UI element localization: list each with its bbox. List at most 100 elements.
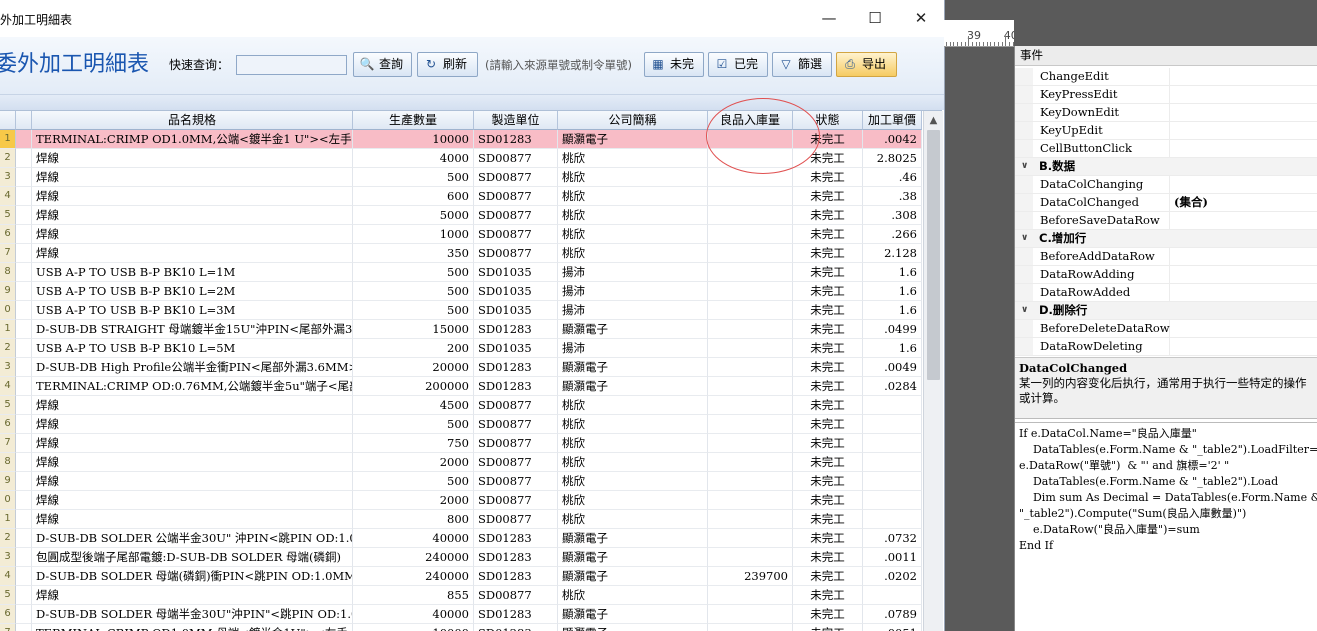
cell-company[interactable]: 顯灝電子 xyxy=(558,320,708,339)
cell-good-qty[interactable] xyxy=(708,282,793,301)
property-row[interactable]: DataColChanging xyxy=(1015,176,1317,194)
row-marker[interactable] xyxy=(16,149,32,168)
filter-button[interactable]: ▽ 篩選 xyxy=(772,52,832,77)
row-number[interactable]: 6 xyxy=(0,225,16,244)
data-grid[interactable]: 品名規格 生產數量 製造單位 公司簡稱 良品入庫量 狀態 加工單價 1 TERMINAL:CR… xyxy=(0,98,943,631)
cell-qty[interactable]: 240000 xyxy=(353,567,474,586)
cell-name[interactable]: USB A-P TO USB B-P BK10 L=5M xyxy=(32,339,353,358)
cell-company[interactable]: 顯灝電子 xyxy=(558,567,708,586)
cell-unit[interactable]: SD01283 xyxy=(474,377,558,396)
row-number[interactable]: 5 xyxy=(0,586,16,605)
cell-status[interactable]: 未完工 xyxy=(793,377,863,396)
property-row[interactable]: BeforeAddDataRow xyxy=(1015,248,1317,266)
cell-good-qty[interactable] xyxy=(708,225,793,244)
cell-qty[interactable]: 500 xyxy=(353,168,474,187)
table-row[interactable]: 1 D-SUB-DB STRAIGHT 母端鍍半金15U"沖PIN<尾部外漏3.4… xyxy=(0,320,922,339)
cell-company[interactable]: 桃欣 xyxy=(558,206,708,225)
cell-qty[interactable]: 500 xyxy=(353,301,474,320)
cell-good-qty[interactable] xyxy=(708,510,793,529)
column-header-good-qty[interactable]: 良品入庫量 xyxy=(708,111,793,130)
cell-company[interactable]: 顯灝電子 xyxy=(558,548,708,567)
column-header-price[interactable]: 加工單價 xyxy=(863,111,922,130)
cell-unit[interactable]: SD01283 xyxy=(474,358,558,377)
table-row[interactable]: 5 焊線 4500 SD00877 桃欣 未完工 xyxy=(0,396,922,415)
row-marker[interactable] xyxy=(16,320,32,339)
cell-good-qty[interactable] xyxy=(708,453,793,472)
cell-qty[interactable]: 500 xyxy=(353,282,474,301)
cell-unit[interactable]: SD00877 xyxy=(474,491,558,510)
row-number[interactable]: 0 xyxy=(0,301,16,320)
row-number[interactable]: 6 xyxy=(0,415,16,434)
cell-qty[interactable]: 240000 xyxy=(353,548,474,567)
cell-status[interactable]: 未完工 xyxy=(793,453,863,472)
row-number[interactable]: 2 xyxy=(0,339,16,358)
row-marker[interactable] xyxy=(16,377,32,396)
row-number[interactable]: 1 xyxy=(0,510,16,529)
row-number[interactable]: 1 xyxy=(0,130,16,149)
property-row[interactable]: BeforeDeleteDataRow xyxy=(1015,320,1317,338)
cell-price[interactable] xyxy=(863,586,922,605)
cell-qty[interactable]: 500 xyxy=(353,415,474,434)
refresh-button[interactable]: ↻ 刷新 xyxy=(417,52,478,77)
cell-status[interactable]: 未完工 xyxy=(793,434,863,453)
cell-price[interactable]: .38 xyxy=(863,187,922,206)
cell-qty[interactable]: 10000 xyxy=(353,624,474,631)
table-row[interactable]: 4 TERMINAL:CRIMP OD:0.76MM,公端鍍半金5u"端子<尾部 2… xyxy=(0,377,922,396)
table-row[interactable]: 3 焊線 500 SD00877 桃欣 未完工 .46 xyxy=(0,168,922,187)
cell-company[interactable]: 桃欣 xyxy=(558,453,708,472)
row-number[interactable]: 3 xyxy=(0,358,16,377)
vertical-scrollbar[interactable]: ▲ xyxy=(923,111,943,631)
cell-name[interactable]: 焊線 xyxy=(32,453,353,472)
cell-good-qty[interactable] xyxy=(708,149,793,168)
cell-good-qty[interactable] xyxy=(708,491,793,510)
cell-name[interactable]: TERMINAL:CRIMP OD1.0MM,母端<鍍半金1U"><左手上料 xyxy=(32,624,353,631)
cell-qty[interactable]: 4000 xyxy=(353,149,474,168)
property-row[interactable]: DataRowAdded xyxy=(1015,284,1317,302)
cell-name[interactable]: TERMINAL:CRIMP OD:0.76MM,公端鍍半金5u"端子<尾部 xyxy=(32,377,353,396)
row-marker[interactable] xyxy=(16,567,32,586)
chevron-down-icon[interactable]: ∨ xyxy=(1021,302,1028,319)
cell-name[interactable]: USB A-P TO USB B-P BK10 L=1M xyxy=(32,263,353,282)
cell-price[interactable]: 1.6 xyxy=(863,301,922,320)
cell-company[interactable]: 桃欣 xyxy=(558,396,708,415)
code-editor[interactable]: If e.DataCol.Name="良品入庫量" DataTables(e.F… xyxy=(1015,422,1317,631)
property-row[interactable]: CellButtonClick xyxy=(1015,140,1317,158)
cell-name[interactable]: 焊線 xyxy=(32,168,353,187)
cell-name[interactable]: D-SUB-DB SOLDER 公端半金30U" 沖PIN<跳PIN OD:1.… xyxy=(32,529,353,548)
cell-name[interactable]: 焊線 xyxy=(32,225,353,244)
cell-company[interactable]: 桃欣 xyxy=(558,491,708,510)
cell-company[interactable]: 顯灝電子 xyxy=(558,377,708,396)
row-marker[interactable] xyxy=(16,358,32,377)
cell-name[interactable]: 焊線 xyxy=(32,206,353,225)
cell-name[interactable]: 焊線 xyxy=(32,586,353,605)
row-marker[interactable] xyxy=(16,434,32,453)
cell-good-qty[interactable] xyxy=(708,339,793,358)
cell-unit[interactable]: SD00877 xyxy=(474,396,558,415)
cell-status[interactable]: 未完工 xyxy=(793,225,863,244)
property-category[interactable]: ∨ C.增加行 xyxy=(1015,230,1317,248)
cell-status[interactable]: 未完工 xyxy=(793,301,863,320)
cell-company[interactable]: 桃欣 xyxy=(558,472,708,491)
maximize-button[interactable]: ☐ xyxy=(852,0,898,37)
column-header-company[interactable]: 公司簡稱 xyxy=(558,111,708,130)
table-row[interactable]: 2 D-SUB-DB SOLDER 公端半金30U" 沖PIN<跳PIN OD:1… xyxy=(0,529,922,548)
table-row[interactable]: 1 焊線 800 SD00877 桃欣 未完工 xyxy=(0,510,922,529)
cell-company[interactable]: 桃欣 xyxy=(558,244,708,263)
row-marker[interactable] xyxy=(16,586,32,605)
row-marker[interactable] xyxy=(16,548,32,567)
column-header-qty[interactable]: 生產數量 xyxy=(353,111,474,130)
cell-status[interactable]: 未完工 xyxy=(793,415,863,434)
row-number[interactable]: 4 xyxy=(0,567,16,586)
cell-price[interactable]: .0049 xyxy=(863,358,922,377)
cell-status[interactable]: 未完工 xyxy=(793,282,863,301)
row-number[interactable]: 0 xyxy=(0,491,16,510)
cell-qty[interactable]: 200 xyxy=(353,339,474,358)
column-header-name[interactable]: 品名規格 xyxy=(32,111,353,130)
cell-qty[interactable]: 40000 xyxy=(353,529,474,548)
cell-good-qty[interactable] xyxy=(708,529,793,548)
cell-unit[interactable]: SD00877 xyxy=(474,415,558,434)
row-number[interactable]: 2 xyxy=(0,529,16,548)
cell-unit[interactable]: SD01035 xyxy=(474,282,558,301)
cell-price[interactable]: 1.6 xyxy=(863,282,922,301)
table-row[interactable]: 4 D-SUB-DB SOLDER 母端(磷銅)衝PIN<跳PIN OD:1.0M… xyxy=(0,567,922,586)
